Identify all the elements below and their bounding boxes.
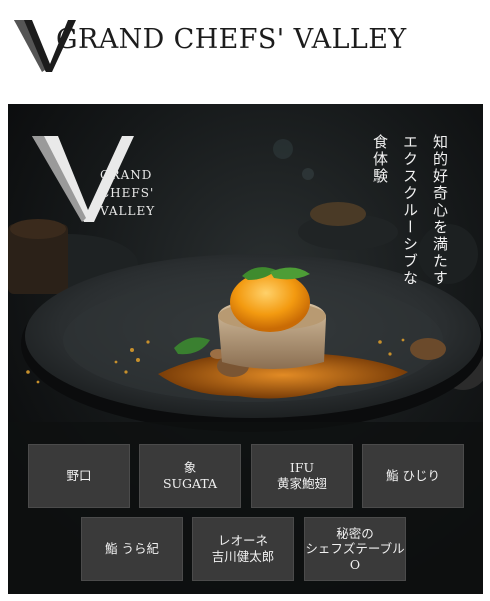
- restaurant-name: シェフズテーブルO: [305, 541, 405, 572]
- hero-brand-line-1: GRAND: [100, 168, 153, 182]
- brand-name[interactable]: GRAND CHEFS' VALLEY: [56, 24, 407, 55]
- hero-logo: GRAND CHEFS' VALLEY: [30, 130, 180, 226]
- restaurant-button-hijiri[interactable]: 鮨 ひじり: [362, 444, 464, 508]
- tagline-line-2: エクスクルーシブな: [401, 134, 419, 287]
- hero-banner: GRAND CHEFS' VALLEY 知的好奇心を満たす エクスクルーシブな …: [8, 104, 483, 594]
- site-header: GRAND CHEFS' VALLEY: [0, 0, 490, 96]
- tagline-line-1: 知的好奇心を満たす: [431, 134, 449, 287]
- restaurant-button-noguchi[interactable]: 野口: [28, 444, 130, 508]
- restaurant-button-sugata[interactable]: 象 SUGATA: [139, 444, 241, 508]
- restaurant-name: 象: [183, 460, 197, 476]
- hero-brand-line-3: VALLEY: [100, 204, 156, 218]
- restaurant-button-leone[interactable]: レオーネ 吉川健太郎: [192, 517, 294, 581]
- restaurant-name: 鮨 うら紀: [105, 541, 159, 557]
- tagline-line-3: 食体験: [371, 134, 389, 185]
- restaurant-name: IFU: [289, 460, 315, 476]
- restaurant-button-ifu[interactable]: IFU 黄家鮑翅: [251, 444, 353, 508]
- restaurant-name: SUGATA: [162, 476, 218, 491]
- restaurant-name: 鮨 ひじり: [386, 468, 440, 484]
- restaurant-name: 秘密の: [336, 525, 374, 541]
- hero-brand-line-2: CHEFS': [100, 186, 155, 200]
- restaurant-name: 黄家鮑翅: [276, 476, 327, 491]
- restaurant-name: 野口: [66, 468, 92, 484]
- restaurant-name: 吉川健太郎: [211, 549, 275, 564]
- restaurant-button-secret-chefs-table[interactable]: 秘密の シェフズテーブルO: [304, 517, 406, 581]
- restaurant-name: レオーネ: [217, 533, 268, 549]
- restaurant-button-uraki[interactable]: 鮨 うら紀: [81, 517, 183, 581]
